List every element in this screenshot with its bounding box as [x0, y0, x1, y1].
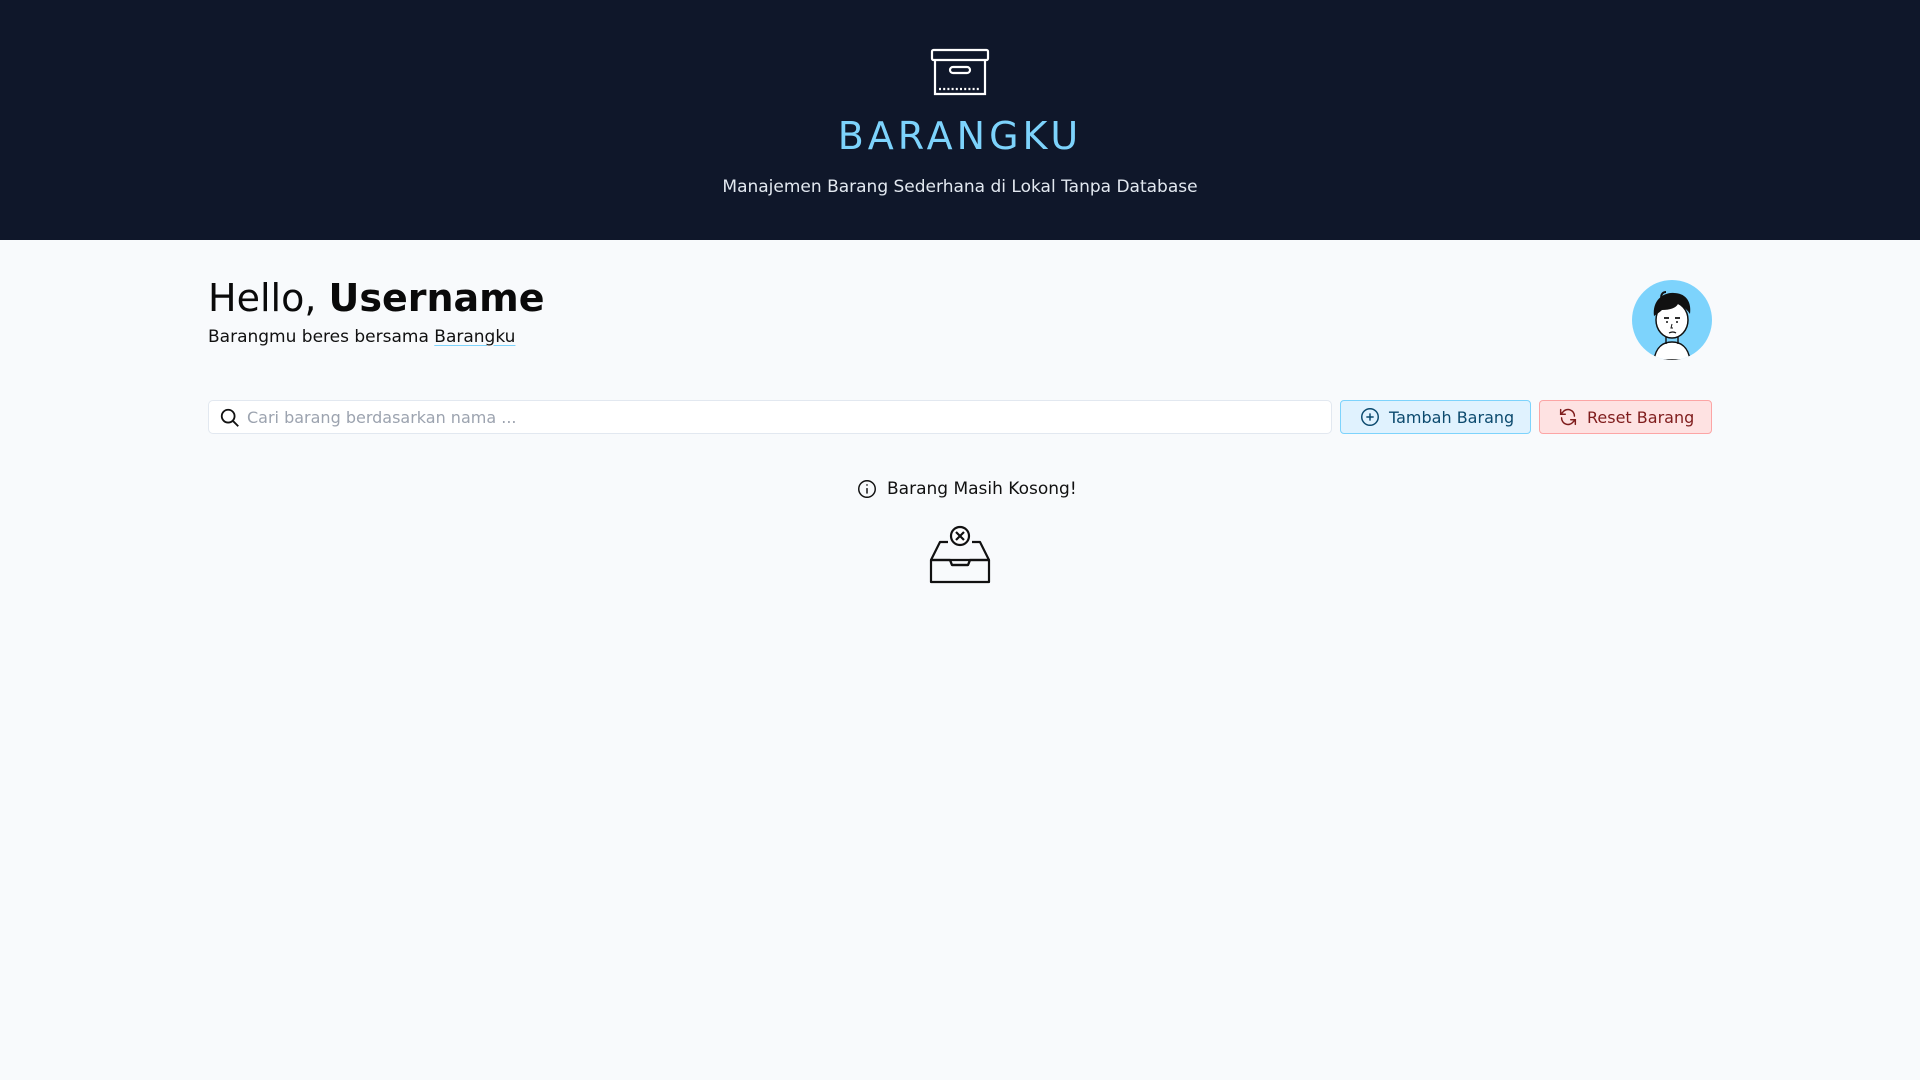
greeting-heading: Hello, Username: [208, 276, 545, 320]
tagline-text: Barangmu beres bersama: [208, 327, 435, 347]
reset-items-button[interactable]: Reset Barang: [1539, 400, 1712, 434]
tagline: Barangmu beres bersama Barangku: [208, 327, 515, 347]
refresh-icon: [1559, 408, 1577, 426]
username: Username: [328, 276, 545, 320]
archive-box-icon: [930, 48, 990, 96]
brand-link[interactable]: Barangku: [434, 327, 515, 347]
empty-state-text: Barang Masih Kosong!: [887, 479, 1077, 499]
empty-inbox-icon: [929, 525, 991, 584]
app-subtitle: Manajemen Barang Sederhana di Lokal Tanp…: [722, 177, 1198, 197]
add-item-button[interactable]: Tambah Barang: [1340, 400, 1531, 434]
search-bar: [208, 400, 1332, 434]
info-circle-icon: [858, 480, 876, 498]
user-avatar-illustration: [1653, 291, 1691, 360]
empty-state-message: Barang Masih Kosong!: [856, 478, 1077, 500]
app-header: BARANGKU Manajemen Barang Sederhana di L…: [0, 0, 1920, 240]
app-title: BARANGKU: [837, 114, 1083, 158]
search-input[interactable]: [247, 401, 1327, 433]
avatar[interactable]: [1632, 280, 1712, 360]
reset-items-label: Reset Barang: [1587, 407, 1695, 427]
search-icon: [220, 408, 239, 427]
greeting-prefix: Hello,: [208, 276, 329, 320]
plus-circle-icon: [1361, 408, 1379, 426]
add-item-label: Tambah Barang: [1389, 407, 1515, 427]
